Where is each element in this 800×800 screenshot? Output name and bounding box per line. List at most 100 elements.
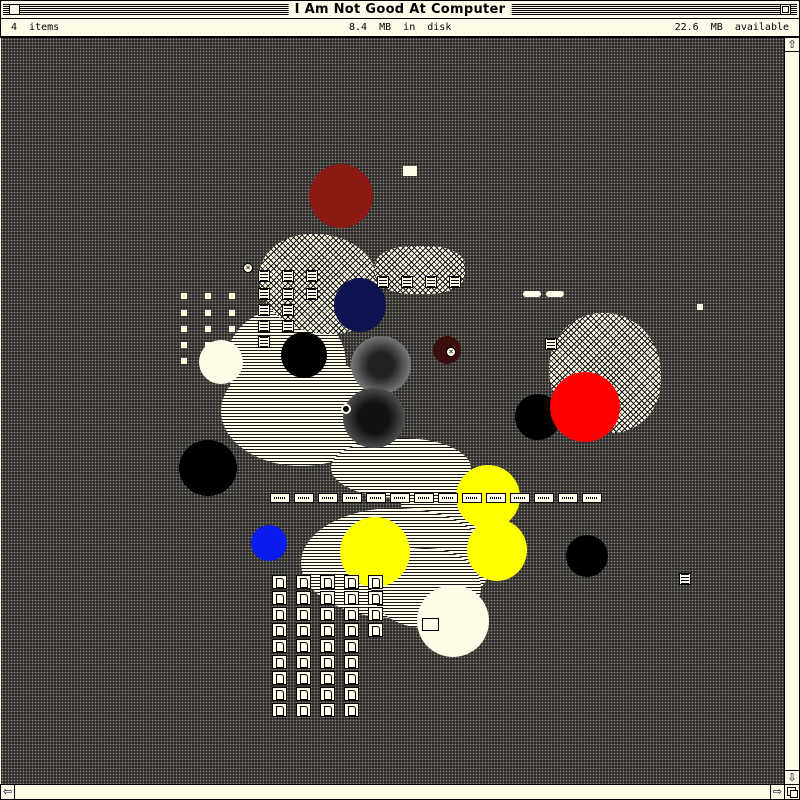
document-icon[interactable] xyxy=(368,575,383,589)
window-title: I Am Not Good At Computer xyxy=(288,2,512,18)
chip-icon[interactable] xyxy=(258,304,270,316)
small-dot xyxy=(181,326,187,332)
document-icon[interactable] xyxy=(344,623,359,637)
document-icon[interactable] xyxy=(368,623,383,637)
title-bar[interactable]: I Am Not Good At Computer xyxy=(0,0,800,19)
document-icon[interactable] xyxy=(272,703,287,717)
document-icon[interactable] xyxy=(320,623,335,637)
document-icon[interactable] xyxy=(320,639,335,653)
small-dot xyxy=(181,342,187,348)
zoom-box-icon[interactable] xyxy=(780,4,791,15)
chip-icon[interactable] xyxy=(306,270,318,282)
chip-icon[interactable] xyxy=(449,276,461,288)
folder-tag-icon[interactable] xyxy=(558,493,578,503)
grow-box-icon[interactable] xyxy=(784,784,800,800)
document-icon[interactable] xyxy=(320,591,335,605)
chip-icon[interactable] xyxy=(258,270,270,282)
scroll-up-arrow-icon[interactable]: ⇧ xyxy=(785,38,799,52)
close-marker-icon[interactable]: × xyxy=(243,263,253,273)
document-icon[interactable] xyxy=(344,671,359,685)
folder-tag-icon[interactable] xyxy=(318,493,338,503)
document-icon[interactable] xyxy=(272,639,287,653)
document-icon[interactable] xyxy=(296,655,311,669)
folder-tag-icon[interactable] xyxy=(390,493,410,503)
chip-icon[interactable] xyxy=(258,336,270,348)
target-dot-icon[interactable] xyxy=(341,404,351,414)
document-icon[interactable] xyxy=(272,591,287,605)
document-icon[interactable] xyxy=(272,687,287,701)
black-circle xyxy=(281,332,327,378)
scroll-down-arrow-icon[interactable]: ⇩ xyxy=(785,770,799,784)
document-icon[interactable] xyxy=(344,639,359,653)
scroll-right-arrow-icon[interactable]: ⇨ xyxy=(770,785,784,799)
chip-icon[interactable] xyxy=(377,276,389,288)
small-dot xyxy=(205,293,211,299)
vertical-scrollbar[interactable]: ⇧ ⇩ xyxy=(784,38,800,784)
document-icon[interactable] xyxy=(368,591,383,605)
chip-icon[interactable] xyxy=(282,288,294,300)
document-icon[interactable] xyxy=(320,655,335,669)
info-bar: 4 items 8.4 MB in disk 22.6 MB available xyxy=(0,19,800,38)
document-icon[interactable] xyxy=(272,575,287,589)
chip-icon[interactable] xyxy=(401,276,413,288)
document-icon[interactable] xyxy=(344,703,359,717)
folder-tag-icon[interactable] xyxy=(534,493,554,503)
chip-icon[interactable] xyxy=(425,276,437,288)
document-icon[interactable] xyxy=(296,687,311,701)
close-box-icon[interactable] xyxy=(9,4,20,15)
folder-tag-icon[interactable] xyxy=(462,493,482,503)
document-icon[interactable] xyxy=(296,623,311,637)
document-icon[interactable] xyxy=(296,591,311,605)
folder-tag-icon[interactable] xyxy=(270,493,290,503)
folder-tag-icon[interactable] xyxy=(486,493,506,503)
chip-icon[interactable] xyxy=(282,304,294,316)
scroll-left-arrow-icon[interactable]: ⇦ xyxy=(1,785,15,799)
document-icon[interactable] xyxy=(320,607,335,621)
folder-tag-icon[interactable] xyxy=(342,493,362,503)
document-icon[interactable] xyxy=(272,623,287,637)
folder-tag-icon[interactable] xyxy=(510,493,530,503)
document-icon[interactable] xyxy=(296,607,311,621)
document-icon[interactable] xyxy=(344,687,359,701)
document-icon[interactable] xyxy=(344,575,359,589)
document-icon[interactable] xyxy=(320,575,335,589)
chip-icon[interactable] xyxy=(282,320,294,332)
document-icon[interactable] xyxy=(368,607,383,621)
document-icon[interactable] xyxy=(320,687,335,701)
chip-icon[interactable] xyxy=(258,288,270,300)
document-icon[interactable] xyxy=(344,591,359,605)
chip-icon[interactable] xyxy=(258,320,270,332)
close-marker-icon[interactable]: × xyxy=(446,347,456,357)
folder-tag-icon[interactable] xyxy=(414,493,434,503)
document-icon[interactable] xyxy=(272,671,287,685)
folder-tag-icon[interactable] xyxy=(366,493,386,503)
folder-tag-icon[interactable] xyxy=(438,493,458,503)
small-dot xyxy=(205,342,211,348)
horizontal-scrollbar[interactable]: ⇦ ⇨ xyxy=(0,784,784,800)
document-icon[interactable] xyxy=(320,703,335,717)
folder-tag-icon[interactable] xyxy=(294,493,314,503)
disk-usage: 8.4 MB in disk xyxy=(349,22,452,33)
document-icon[interactable] xyxy=(272,607,287,621)
small-dot xyxy=(205,310,211,316)
chip-icon[interactable] xyxy=(545,338,557,350)
chip-icon[interactable] xyxy=(282,270,294,282)
chip-icon[interactable] xyxy=(306,288,318,300)
document-icon[interactable] xyxy=(272,655,287,669)
document-icon[interactable] xyxy=(296,671,311,685)
dithered-oval xyxy=(351,336,411,394)
small-rect[interactable] xyxy=(403,166,417,176)
document-icon[interactable] xyxy=(296,575,311,589)
small-rect[interactable] xyxy=(422,618,439,631)
folder-tag-icon[interactable] xyxy=(582,493,602,503)
chip-icon[interactable] xyxy=(679,573,691,585)
item-count: 4 items xyxy=(11,22,60,33)
dark-red-circle xyxy=(309,164,373,228)
document-icon[interactable] xyxy=(344,655,359,669)
small-dot xyxy=(181,293,187,299)
document-icon[interactable] xyxy=(296,639,311,653)
document-icon[interactable] xyxy=(296,703,311,717)
document-icon[interactable] xyxy=(344,607,359,621)
available-space: 22.6 MB available xyxy=(674,22,789,33)
document-icon[interactable] xyxy=(320,671,335,685)
